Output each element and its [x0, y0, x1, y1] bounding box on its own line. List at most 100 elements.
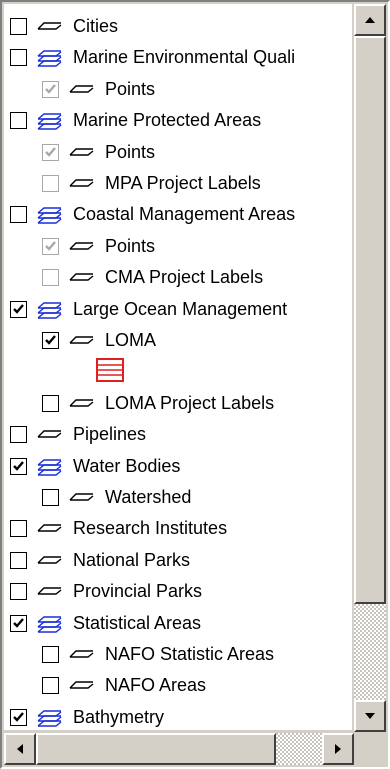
layer-row[interactable]: Coastal Management Areas	[4, 198, 352, 230]
layer-visibility-checkbox[interactable]	[10, 111, 27, 129]
line-layer-icon	[69, 681, 94, 689]
scroll-right-button[interactable]	[322, 733, 354, 765]
layer-visibility-checkbox[interactable]	[10, 205, 27, 223]
group-layer-icon	[37, 207, 62, 224]
checkmark-icon	[45, 334, 56, 345]
line-layer-icon	[37, 430, 62, 438]
layer-visibility-checkbox[interactable]	[10, 48, 27, 66]
layer-row[interactable]: Marine Protected Areas	[4, 104, 352, 136]
layer-label: Watershed	[105, 486, 192, 507]
arrow-left-icon	[17, 744, 23, 754]
checkmark-icon	[13, 460, 24, 471]
layer-label: MPA Project Labels	[105, 172, 261, 193]
arrow-up-icon	[365, 17, 375, 23]
layer-row[interactable]: Statistical Areas	[4, 607, 352, 639]
arrow-right-icon	[335, 744, 341, 754]
line-layer-icon	[37, 587, 62, 595]
layer-label: Large Ocean Management	[73, 298, 288, 319]
layer-row[interactable]: National Parks	[4, 544, 352, 576]
layer-row[interactable]: Large Ocean Management	[4, 293, 352, 325]
sublayer-row[interactable]: Points	[4, 136, 352, 168]
checkmark-icon	[13, 617, 24, 628]
layer-row[interactable]: Cities	[4, 10, 352, 42]
layer-row[interactable]: Bathymetry	[4, 701, 352, 730]
checkmark-icon	[45, 240, 56, 251]
layer-visibility-checkbox[interactable]	[42, 174, 59, 192]
layer-visibility-checkbox[interactable]	[42, 80, 59, 98]
vertical-scroll-thumb[interactable]	[354, 36, 386, 604]
scroll-up-button[interactable]	[354, 4, 386, 36]
group-layer-icon	[37, 459, 62, 476]
horizontal-scrollbar[interactable]	[4, 733, 354, 765]
horizontal-scroll-thumb[interactable]	[36, 733, 276, 765]
group-layer-icon	[37, 616, 62, 633]
layer-visibility-checkbox[interactable]	[10, 519, 27, 537]
sublayer-row[interactable]: LOMA Project Labels	[4, 387, 352, 419]
layer-row[interactable]: Pipelines	[4, 418, 352, 450]
sublayer-row[interactable]: Points	[4, 73, 352, 105]
layer-visibility-checkbox[interactable]	[10, 457, 27, 475]
scroll-down-button[interactable]	[354, 700, 386, 732]
layer-panel: Cities Marine Environmental Quali Points Ma…	[0, 0, 390, 769]
legend-swatch	[96, 358, 126, 382]
scrollbar-corner	[354, 733, 386, 765]
line-layer-icon	[69, 148, 94, 156]
vertical-scrollbar[interactable]	[354, 4, 386, 732]
layer-visibility-checkbox[interactable]	[10, 425, 27, 443]
line-layer-icon	[37, 556, 62, 564]
layer-label: Points	[105, 141, 156, 162]
sublayer-row[interactable]: NAFO Areas	[4, 669, 352, 701]
group-layer-icon	[37, 302, 62, 319]
layer-row[interactable]: Provincial Parks	[4, 575, 352, 607]
layer-label: LOMA	[105, 329, 157, 350]
scroll-left-button[interactable]	[4, 733, 36, 765]
layer-label: Bathymetry	[73, 706, 165, 727]
vertical-scroll-track[interactable]	[354, 604, 386, 700]
layer-row[interactable]: Marine Environmental Quali	[4, 41, 352, 73]
layer-visibility-checkbox[interactable]	[42, 237, 59, 255]
layer-label: Marine Protected Areas	[73, 109, 262, 130]
layer-visibility-checkbox[interactable]	[42, 676, 59, 694]
layer-visibility-checkbox[interactable]	[10, 300, 27, 318]
line-layer-icon	[69, 242, 94, 250]
layer-visibility-checkbox[interactable]	[10, 614, 27, 632]
checkmark-icon	[13, 303, 24, 314]
layer-row[interactable]: Research Institutes	[4, 512, 352, 544]
layer-visibility-checkbox[interactable]	[42, 394, 59, 412]
layer-visibility-checkbox[interactable]	[10, 582, 27, 600]
layer-visibility-checkbox[interactable]	[42, 268, 59, 286]
sublayer-row[interactable]: NAFO Statistic Areas	[4, 638, 352, 670]
layer-visibility-checkbox[interactable]	[42, 645, 59, 663]
group-layer-icon	[37, 50, 62, 67]
layer-label: National Parks	[73, 549, 191, 570]
horizontal-scroll-track[interactable]	[276, 733, 322, 765]
sublayer-row[interactable]: MPA Project Labels	[4, 167, 352, 199]
line-layer-icon	[69, 650, 94, 658]
layer-label: Research Institutes	[73, 517, 228, 538]
layer-visibility-checkbox[interactable]	[10, 17, 27, 35]
sublayer-row[interactable]: LOMA	[4, 324, 352, 356]
line-layer-icon	[37, 22, 62, 30]
layer-visibility-checkbox[interactable]	[42, 488, 59, 506]
layer-visibility-checkbox[interactable]	[42, 331, 59, 349]
layer-label: Cities	[73, 15, 119, 36]
sublayer-row[interactable]: CMA Project Labels	[4, 261, 352, 293]
layer-label: CMA Project Labels	[105, 266, 264, 287]
layer-label: Statistical Areas	[73, 612, 202, 633]
line-layer-icon	[69, 179, 94, 187]
layer-visibility-checkbox[interactable]	[10, 708, 27, 726]
checkmark-icon	[45, 83, 56, 94]
sublayer-row[interactable]: Points	[4, 230, 352, 262]
layer-list: Cities Marine Environmental Quali Points Ma…	[4, 4, 352, 730]
layer-label: NAFO Areas	[105, 674, 207, 695]
sublayer-row[interactable]: Watershed	[4, 481, 352, 513]
checkmark-icon	[13, 711, 24, 722]
layer-visibility-checkbox[interactable]	[10, 551, 27, 569]
layer-label: Pipelines	[73, 423, 147, 444]
layer-label: Water Bodies	[73, 455, 181, 476]
layer-row[interactable]: Water Bodies	[4, 450, 352, 482]
line-layer-icon	[69, 493, 94, 501]
layer-label: Points	[105, 78, 156, 99]
layer-visibility-checkbox[interactable]	[42, 143, 59, 161]
layer-label: Provincial Parks	[73, 580, 203, 601]
